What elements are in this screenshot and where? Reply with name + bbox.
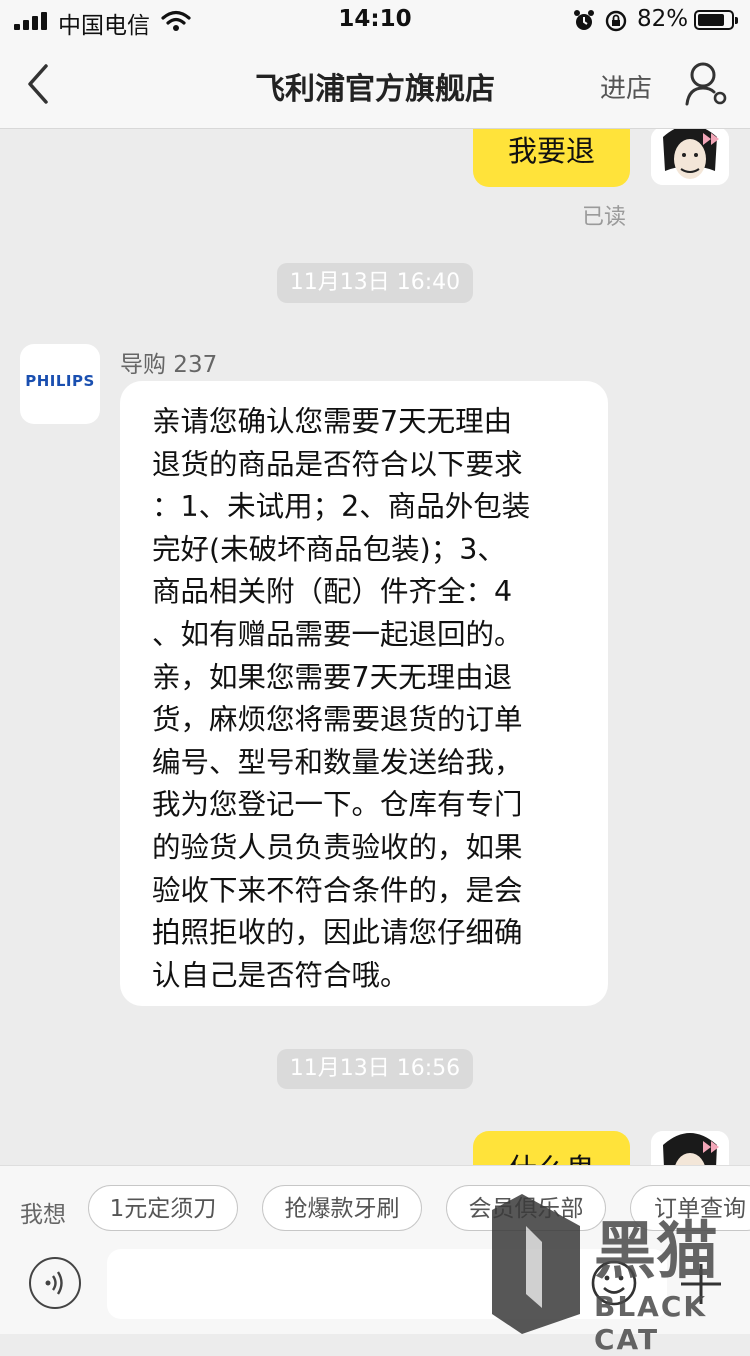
timestamp: 11月13日 16:40 xyxy=(277,263,473,303)
rotation-lock-icon xyxy=(605,10,627,32)
timestamp: 11月13日 16:56 xyxy=(277,1049,473,1089)
message-line: 的验货人员负责验收的，如果 xyxy=(152,830,523,864)
read-status: 已读 xyxy=(582,205,627,230)
message-line: 完好(未破坏商品包装)；3、 xyxy=(152,532,506,566)
my-message-bubble[interactable]: 我要退 xyxy=(473,129,630,187)
battery-icon xyxy=(694,10,738,30)
voice-button[interactable] xyxy=(29,1257,81,1309)
message-line: 我为您登记一下。仓库有专门 xyxy=(152,788,523,822)
chat-area[interactable]: 我要退 已读 11月13日 16:40 PHILIPS 导购 237 亲请您确认… xyxy=(0,129,750,1165)
message-line: ：1、未试用；2、商品外包装 xyxy=(152,490,531,524)
alarm-icon xyxy=(574,10,594,30)
message-line: 认自己是否符合哦。 xyxy=(152,958,409,992)
message-line: 验收下来不符合条件的，是会 xyxy=(152,873,523,907)
my-avatar[interactable] xyxy=(651,1131,729,1165)
status-bar: 中国电信 14:10 82% xyxy=(0,0,750,40)
message-line: 亲，如果您需要7天无理由退 xyxy=(152,660,513,694)
agent-message-bubble[interactable]: 亲请您确认您需要7天无理由 退货的商品是否符合以下要求 ：1、未试用；2、商品外包装… xyxy=(120,381,608,1006)
meme-avatar-icon xyxy=(651,1131,729,1165)
message-input[interactable] xyxy=(107,1249,667,1319)
voice-icon xyxy=(45,1271,63,1295)
message-line: 货，麻烦您将需要退货的订单 xyxy=(152,703,523,737)
enter-store-button[interactable]: 进店 xyxy=(600,68,652,105)
quick-chip-toothbrush[interactable]: 抢爆款牙刷 xyxy=(262,1185,422,1231)
message-text: 我要退 xyxy=(507,134,595,168)
quick-reply-bar: 我想 1元定须刀 抢爆款牙刷 会员俱乐部 订单查询 xyxy=(0,1165,750,1250)
meme-avatar-icon xyxy=(651,129,729,185)
philips-logo: PHILIPS xyxy=(25,372,95,390)
battery-percent: 82% xyxy=(637,6,689,32)
message-line: 退货的商品是否符合以下要求 xyxy=(152,447,523,481)
my-avatar[interactable] xyxy=(651,129,729,185)
emoji-icon[interactable] xyxy=(590,1259,638,1307)
message-line: 拍照拒收的，因此请您仔细确 xyxy=(152,916,523,950)
message-line: 亲请您确认您需要7天无理由 xyxy=(152,405,513,438)
agent-name: 导购 237 xyxy=(120,352,218,378)
nav-bar: 飞利浦官方旗舰店 进店 xyxy=(0,40,750,129)
message-text: 什么鬼 xyxy=(508,1152,595,1165)
message-line: 编号、型号和数量发送给我， xyxy=(152,745,523,779)
quick-chip-order-query[interactable]: 订单查询 xyxy=(630,1185,750,1231)
my-message-bubble[interactable]: 什么鬼 xyxy=(473,1131,630,1165)
agent-avatar[interactable]: PHILIPS xyxy=(20,344,100,424)
message-line: 商品相关附（配）件齐全：4 xyxy=(152,575,513,609)
quick-reply-label: 我想 xyxy=(20,1202,66,1228)
input-bar xyxy=(0,1249,750,1334)
quick-chip-member-club[interactable]: 会员俱乐部 xyxy=(446,1185,606,1231)
quick-chip-razor[interactable]: 1元定须刀 xyxy=(88,1185,238,1231)
plus-icon[interactable] xyxy=(676,1259,726,1309)
message-line: 、如有赠品需要一起退回的。 xyxy=(152,617,523,651)
user-icon[interactable] xyxy=(684,60,730,108)
